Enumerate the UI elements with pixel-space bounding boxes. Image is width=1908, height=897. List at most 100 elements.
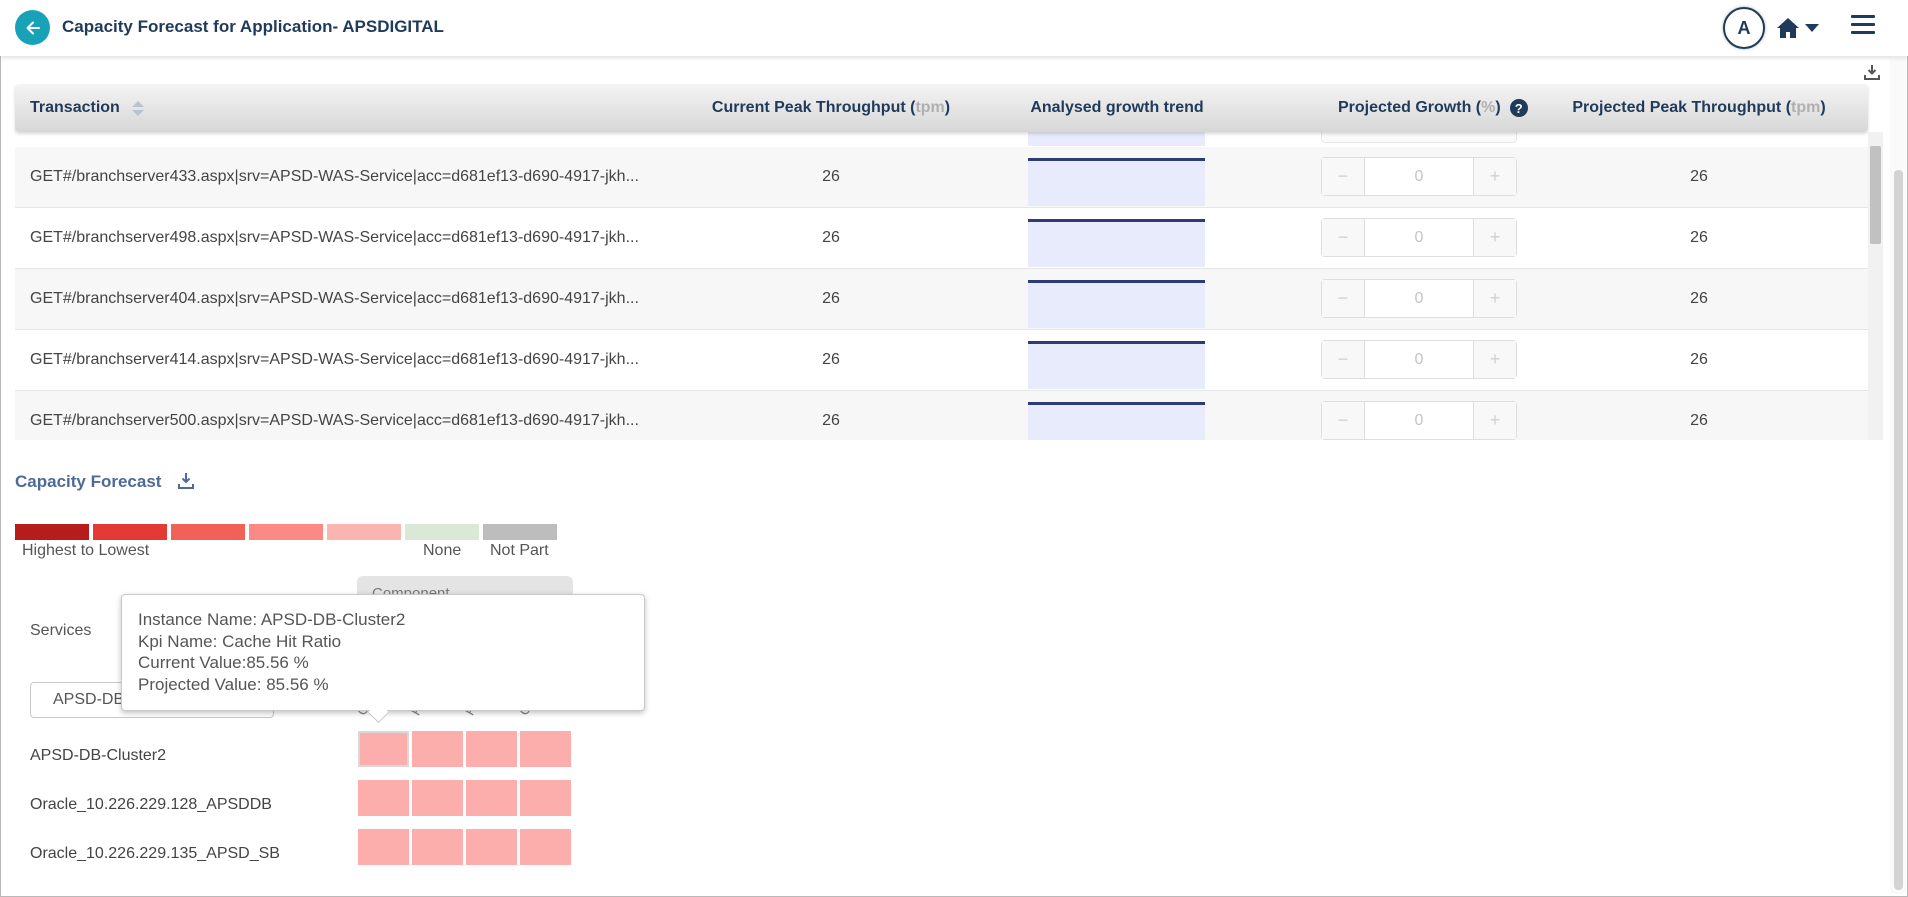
col-transaction[interactable]: Transaction	[30, 84, 144, 132]
legend-label-highest: Highest to Lowest	[22, 542, 150, 559]
scrollbar-thumb[interactable]	[1870, 146, 1881, 244]
transaction-name: GET#/branchserver404.aspx|srv=APSD-WAS-S…	[30, 290, 639, 307]
col-growth-trend: Analysed growth trend	[1030, 99, 1204, 116]
increment-button[interactable]: +	[1474, 402, 1516, 439]
caret-down-icon	[1805, 24, 1819, 32]
heatmap-cell[interactable]	[412, 731, 463, 767]
growth-value[interactable]: 0	[1364, 402, 1474, 439]
increment-button[interactable]: +	[1474, 280, 1516, 317]
projected-peak-value: 26	[1690, 412, 1708, 429]
increment-button[interactable]: +	[1474, 158, 1516, 195]
projected-peak-value: 26	[1690, 168, 1708, 185]
growth-sparkline	[1028, 402, 1205, 440]
legend-swatch	[93, 524, 167, 540]
legend-swatch	[15, 524, 89, 540]
growth-stepper: − 0 +	[1321, 157, 1517, 196]
scrollbar-thumb[interactable]	[1894, 170, 1903, 890]
instance-label: Oracle_10.226.229.135_APSD_SB	[30, 845, 280, 862]
table-row[interactable]: GET#/branchserver498.aspx|srv=APSD-WAS-S…	[15, 208, 1868, 269]
projected-peak-value: 26	[1690, 290, 1708, 307]
heatmap-cell[interactable]	[466, 780, 517, 816]
growth-stepper: − 0 +	[1321, 401, 1517, 440]
decrement-button[interactable]: −	[1322, 402, 1364, 439]
table-row[interactable]: GET#/branchserver404.aspx|srv=APSD-WAS-S…	[15, 269, 1868, 330]
question-icon[interactable]: ?	[1509, 99, 1528, 117]
increment-button[interactable]: +	[1474, 219, 1516, 256]
growth-stepper: − 0 +	[1321, 340, 1517, 379]
heatmap-cell[interactable]	[412, 780, 463, 816]
col-projected-growth: Projected Growth (%) ?	[1338, 84, 1528, 132]
legend-swatch	[249, 524, 323, 540]
table-header: Transaction Current Peak Throughput (tpm…	[15, 84, 1868, 132]
projected-peak-value: 26	[1690, 229, 1708, 246]
heatmap-cell[interactable]	[520, 731, 571, 767]
tooltip-instance: Instance Name: APSD-DB-Cluster2	[138, 610, 406, 629]
tooltip-projected: Projected Value: 85.56 %	[138, 674, 329, 694]
heatmap-cell[interactable]	[412, 829, 463, 865]
projected-peak-value: 26	[1690, 351, 1708, 368]
legend-label-not-part: Not Part	[490, 542, 549, 559]
growth-stepper	[1321, 132, 1517, 143]
decrement-button[interactable]: −	[1322, 341, 1364, 378]
decrement-button[interactable]: −	[1322, 219, 1364, 256]
growth-sparkline	[1028, 280, 1205, 328]
table-row[interactable]: GET#/branchserver433.aspx|srv=APSD-WAS-S…	[15, 147, 1868, 208]
growth-sparkline	[1028, 341, 1205, 389]
back-button[interactable]	[15, 10, 50, 45]
heatmap-cell[interactable]	[358, 780, 409, 816]
transaction-name: GET#/branchserver414.aspx|srv=APSD-WAS-S…	[30, 351, 639, 368]
legend-swatch	[405, 524, 479, 540]
table-body[interactable]: GET#/branchserver433.aspx|srv=APSD-WAS-S…	[15, 132, 1868, 440]
growth-sparkline	[1028, 219, 1205, 267]
severity-legend	[15, 524, 557, 540]
tooltip-kpi: Kpi Name: Cache Hit Ratio	[138, 631, 342, 651]
services-label: Services	[30, 622, 92, 639]
home-dropdown[interactable]	[1776, 14, 1826, 42]
growth-value[interactable]: 0	[1364, 158, 1474, 195]
growth-value[interactable]: 0	[1364, 341, 1474, 378]
instance-label: APSD-DB-Cluster2	[30, 747, 167, 764]
growth-sparkline	[1028, 132, 1205, 146]
heatmap-cell[interactable]	[520, 780, 571, 816]
growth-stepper: − 0 +	[1321, 279, 1517, 318]
home-icon	[1777, 18, 1799, 38]
heatmap-cell[interactable]	[466, 829, 517, 865]
page-scrollbar[interactable]	[1890, 58, 1906, 894]
decrement-button[interactable]: −	[1322, 280, 1364, 317]
growth-value[interactable]: 0	[1364, 219, 1474, 256]
current-peak-value: 26	[822, 412, 840, 429]
heatmap-cell[interactable]	[520, 829, 571, 865]
heatmap-cell[interactable]	[466, 731, 517, 767]
arrow-left-icon	[26, 21, 40, 34]
current-peak-value: 26	[822, 168, 840, 185]
instance-label: Oracle_10.226.229.128_APSDDB	[30, 796, 272, 813]
heatmap-cell[interactable]	[358, 829, 409, 865]
sort-icon[interactable]	[131, 100, 144, 116]
heatmap-cell[interactable]	[358, 731, 409, 767]
download-icon[interactable]	[1864, 64, 1880, 85]
table-row[interactable]: GET#/branchserver500.aspx|srv=APSD-WAS-S…	[15, 391, 1868, 440]
current-peak-value: 26	[822, 351, 840, 368]
current-peak-value: 26	[822, 229, 840, 246]
growth-stepper: − 0 +	[1321, 218, 1517, 257]
menu-icon[interactable]	[1851, 15, 1875, 37]
tooltip-current: Current Value:85.56 %	[138, 653, 309, 672]
current-peak-value: 26	[822, 290, 840, 307]
page-title: Capacity Forecast for Application- APSDI…	[62, 17, 444, 36]
transaction-name: GET#/branchserver433.aspx|srv=APSD-WAS-S…	[30, 168, 639, 185]
col-projected-peak: Projected Peak Throughput (tpm)	[1572, 99, 1826, 116]
decrement-button[interactable]: −	[1322, 158, 1364, 195]
increment-button[interactable]: +	[1474, 341, 1516, 378]
avatar[interactable]: A	[1723, 7, 1765, 49]
col-current-peak: Current Peak Throughput (tpm)	[711, 99, 951, 116]
download-icon[interactable]	[178, 472, 194, 494]
legend-swatch	[483, 524, 557, 540]
table-row[interactable]: GET#/branchserver414.aspx|srv=APSD-WAS-S…	[15, 330, 1868, 391]
legend-swatch	[171, 524, 245, 540]
transaction-name: GET#/branchserver500.aspx|srv=APSD-WAS-S…	[30, 412, 639, 429]
legend-swatch	[327, 524, 401, 540]
growth-value[interactable]: 0	[1364, 280, 1474, 317]
growth-sparkline	[1028, 158, 1205, 206]
table-scrollbar[interactable]	[1868, 132, 1883, 440]
section-title: Capacity Forecast	[15, 472, 162, 491]
